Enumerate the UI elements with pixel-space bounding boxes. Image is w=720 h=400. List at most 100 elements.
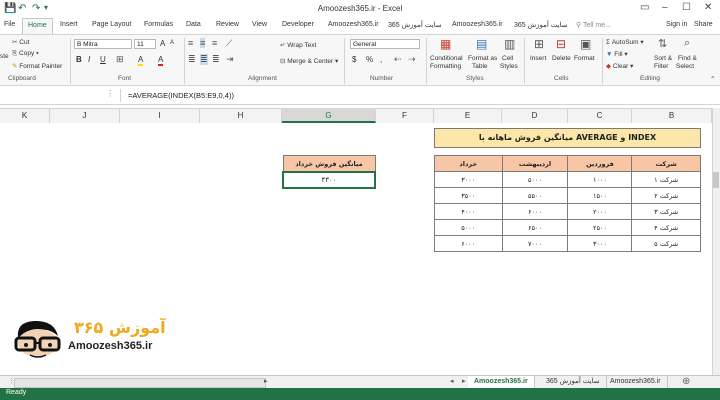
table-cell[interactable]: شرکت ۴ [631,219,701,236]
share-button[interactable]: Share [694,21,713,28]
header-cell[interactable]: اردیبهشت [501,155,569,172]
decrease-decimal-icon[interactable]: ⇢ [408,54,416,65]
tab-insert[interactable]: Insert [60,21,78,28]
table-cell[interactable]: ۶۰۰۰ [501,203,569,220]
tell-me-search[interactable]: ⚲ Tell me... [576,21,611,29]
wrap-text-button[interactable]: ↵ Wrap Text [280,41,316,49]
header-cell[interactable]: فروردین [567,155,633,172]
orientation-icon[interactable]: ⟋ [226,38,232,49]
font-size-select[interactable]: 11 [134,39,156,49]
table-cell[interactable]: ۲۵۰۰ [567,219,633,236]
fill-color-button[interactable]: A [138,55,144,66]
format-cells-button[interactable]: Format [574,55,595,62]
tab-home[interactable]: Home [22,18,53,34]
column-header[interactable]: I [120,109,200,123]
font-color-button[interactable]: A [158,55,164,66]
tab-amoozesh-1[interactable]: Amoozesh365.ir [328,21,379,28]
column-header[interactable]: K [0,109,50,123]
cut-button[interactable]: ✂ Cut [12,38,29,46]
format-as-table-icon[interactable]: ▤ [476,37,487,51]
table-cell[interactable]: ۵۰۰۰ [434,219,503,236]
percent-button[interactable]: % [366,55,373,64]
tab-amoozesh-2[interactable]: Amoozesh365.ir [452,21,503,28]
copy-button[interactable]: ⎘ Copy ▾ [12,50,39,58]
more-options-icon[interactable]: ⋮ [106,89,114,98]
grow-font-button[interactable]: A [160,39,165,48]
tab-amoozesh-fa-1[interactable]: سایت آموزش 365 [388,21,442,29]
formula-input[interactable]: =AVERAGE(INDEX(B5:E9,0,4)) [128,91,234,100]
column-header[interactable]: D [502,109,568,123]
format-painter-button[interactable]: ✎ Format Painter [12,62,62,70]
tab-file[interactable]: File [4,21,15,28]
cell-styles-icon[interactable]: ▥ [504,37,515,51]
tab-page-layout[interactable]: Page Layout [92,21,131,28]
currency-button[interactable]: $ [352,55,356,64]
table-cell[interactable]: ۴۰۰۰ [434,203,503,220]
find-select-button[interactable]: Find & [678,55,697,62]
table-cell[interactable]: ۵۰۰۰ [501,171,569,188]
column-header[interactable]: H [200,109,282,123]
underline-button[interactable]: U [100,55,106,64]
tab-amoozesh-fa-2[interactable]: سایت آموزش 365 [514,21,568,29]
align-top-icon[interactable]: ≡ [188,38,193,48]
sort-filter-button[interactable]: Sort & [654,55,672,62]
autosum-button[interactable]: Σ AutoSum ▾ [606,38,644,46]
table-cell[interactable]: شرکت ۱ [631,171,701,188]
comma-button[interactable]: , [380,55,382,64]
shrink-font-button[interactable]: A [170,40,174,46]
indent-icon[interactable]: ⇥ [226,54,234,65]
increase-decimal-icon[interactable]: ⇠ [394,54,402,65]
horizontal-scrollbar[interactable] [14,378,266,388]
result-header-cell[interactable]: میانگین فروش خرداد [282,155,376,173]
result-cell-selected[interactable]: ۴۳۰۰ [282,171,376,189]
column-header[interactable]: J [50,109,120,123]
tab-data[interactable]: Data [186,21,201,28]
delete-cells-icon[interactable]: ⊟ [556,37,566,51]
minimize-button[interactable]: – [662,2,668,13]
table-cell[interactable]: ۶۰۰۰ [434,235,503,252]
header-cell[interactable]: شرکت [631,155,701,172]
ribbon-display-options-icon[interactable]: ▭ [640,2,649,13]
column-header[interactable]: C [568,109,632,123]
conditional-formatting-icon[interactable]: ▦ [440,37,451,51]
format-cells-icon[interactable]: ▣ [580,37,591,51]
cell-styles-button[interactable]: Cell [502,55,513,62]
column-header[interactable]: F [376,109,434,123]
table-cell[interactable]: شرکت ۲ [631,187,701,204]
italic-button[interactable]: I [88,55,90,64]
merge-center-button[interactable]: ⊟ Merge & Center ▾ [280,57,338,65]
table-cell[interactable]: ۱۵۰۰ [567,187,633,204]
insert-cells-button[interactable]: Insert [530,55,546,62]
align-left-icon[interactable]: ≣ [188,54,196,65]
bold-button[interactable]: B [76,55,82,64]
tab-developer[interactable]: Developer [282,21,314,28]
sign-in-link[interactable]: Sign in [666,21,687,28]
collapse-ribbon-icon[interactable]: ⌃ [710,75,715,83]
insert-cells-icon[interactable]: ⊞ [534,37,544,51]
table-cell[interactable]: شرکت ۳ [631,203,701,220]
conditional-formatting-button[interactable]: Conditional [430,55,463,62]
font-name-select[interactable]: B Mitra [74,39,132,49]
table-cell[interactable]: ۳۰۰۰ [567,235,633,252]
close-button[interactable]: ✕ [704,2,712,13]
sheet-tab[interactable]: Amoozesh365.ir [604,376,668,388]
vertical-scrollbar[interactable] [712,108,720,375]
align-center-icon[interactable]: ≣ [200,54,208,65]
borders-icon[interactable]: ⊞ [116,54,124,65]
table-cell[interactable]: ۶۵۰۰ [501,219,569,236]
table-cell[interactable]: ۱۰۰۰ [567,171,633,188]
align-right-icon[interactable]: ≣ [212,54,220,65]
add-sheet-icon[interactable]: ⊕ [676,376,696,388]
column-header-selected[interactable]: G [282,109,376,123]
sheet-tab[interactable]: سایت آموزش 365 [540,376,607,388]
table-cell[interactable]: ۷۰۰۰ [501,235,569,252]
fill-button[interactable]: ▼ Fill ▾ [606,50,628,58]
paste-button[interactable]: ste [0,53,9,60]
table-cell[interactable]: ۵۵۰۰ [501,187,569,204]
align-bottom-icon[interactable]: ≡ [212,38,217,48]
number-format-select[interactable]: General [350,39,420,49]
column-header[interactable]: B [632,109,712,123]
sort-filter-icon[interactable]: ⇅ [658,37,667,50]
delete-cells-button[interactable]: Delete [552,55,571,62]
column-header[interactable]: E [434,109,502,123]
